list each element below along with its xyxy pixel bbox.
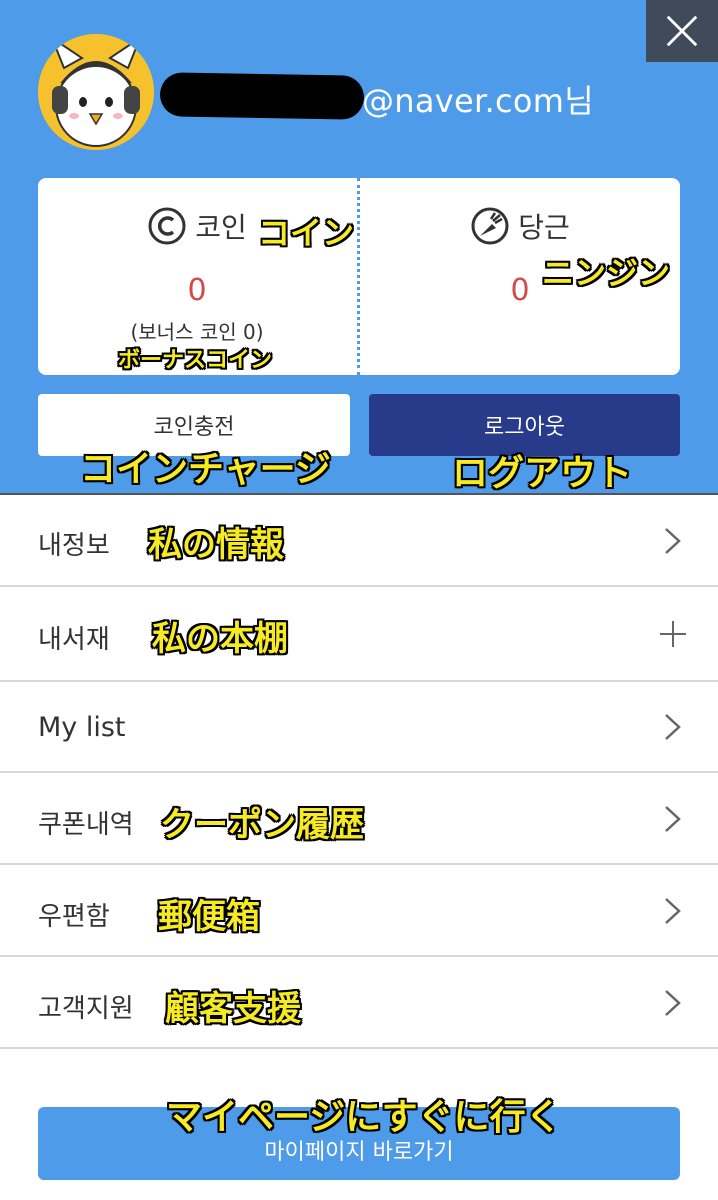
menu-label: 고객지원: [38, 994, 134, 1024]
annotation-bonus-coin: ボーナスコイン: [118, 348, 273, 373]
chevron-right-icon: [665, 714, 681, 740]
annotation-coin: コイン: [258, 214, 355, 252]
avatar: [38, 34, 154, 150]
annotation-carrot: ニンジン: [542, 254, 671, 292]
close-icon: [666, 15, 698, 47]
menu-label: My list: [38, 712, 126, 743]
annotation-coupon-history: クーポン履歴: [160, 805, 364, 845]
coin-label: 코인: [195, 211, 247, 244]
chevron-right-icon: [665, 528, 681, 554]
carrot-icon: [471, 207, 509, 245]
menu-item-customer-support[interactable]: 고객지원 顧客支援: [0, 957, 718, 1049]
menu-item-my-library[interactable]: 내서재 私の本棚: [0, 587, 718, 682]
close-button[interactable]: [646, 0, 718, 62]
menu-label: 쿠폰내역: [38, 810, 134, 840]
logout-label: 로그아웃: [484, 415, 565, 440]
email-suffix: @naver.com님: [362, 82, 594, 120]
menu-label: 내정보: [38, 531, 110, 561]
coin-icon: [148, 207, 186, 245]
annotation-my-info: 私の情報: [148, 525, 284, 565]
chevron-right-icon: [665, 990, 681, 1016]
redacted-username: [159, 72, 365, 120]
menu-item-my-list[interactable]: My list: [0, 682, 718, 773]
menu-item-mailbox[interactable]: 우편함 郵便箱: [0, 865, 718, 957]
coin-value: 0: [187, 273, 207, 308]
carrot-label: 당근: [518, 211, 570, 244]
annotation-my-library: 私の本棚: [152, 619, 288, 659]
annotation-mypage: マイページにすぐに行く: [166, 1097, 562, 1138]
plus-icon[interactable]: [658, 619, 688, 649]
profile-header: @naver.com님 코인 0 (보너스 코인 0) 당근 0 コイン ニンジ…: [0, 0, 718, 494]
coin-charge-label: 코인충전: [153, 415, 235, 440]
chevron-right-icon: [665, 898, 681, 924]
menu-item-coupon-history[interactable]: 쿠폰내역 クーポン履歴: [0, 773, 718, 865]
annotation-logout: ログアウト: [452, 453, 633, 494]
menu-item-my-info[interactable]: 내정보 私の情報: [0, 495, 718, 587]
carrot-title: 당근: [360, 206, 680, 246]
menu-label: 내서재: [38, 625, 110, 655]
chevron-right-icon: [665, 806, 681, 832]
annotation-customer-support: 顧客支援: [165, 989, 301, 1029]
menu-label: 우편함: [38, 902, 110, 932]
menu-list: 내정보 私の情報 내서재 私の本棚 My list 쿠폰내역 クーポン履歴 우편…: [0, 495, 718, 1049]
bonus-coin-text: (보너스 코인 0): [130, 320, 264, 344]
annotation-mailbox: 郵便箱: [158, 897, 260, 937]
annotation-coin-charge: コインチャージ: [80, 449, 331, 490]
